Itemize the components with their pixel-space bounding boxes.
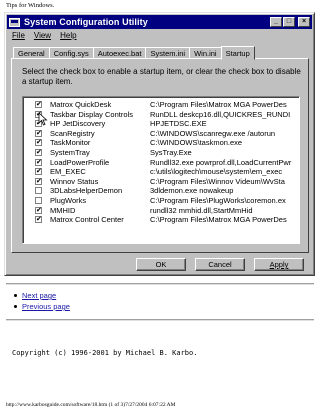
startup-item-command: rundll32 mmhid.dll,StartMmHid xyxy=(150,205,253,215)
cancel-button[interactable]: Cancel xyxy=(195,258,245,271)
startup-item-name: Taskbar Display Controls xyxy=(50,109,133,119)
nav-previous-item: Previous page xyxy=(14,301,70,312)
mouse-cursor-icon xyxy=(38,112,48,126)
divider xyxy=(6,319,314,321)
menu-file-label: File xyxy=(12,31,25,40)
startup-item-row[interactable]: ✔ EM_EXEC c:\utils\logitech\mouse\system\e… xyxy=(23,167,299,176)
startup-item-row[interactable]: ✔Taskbar Display ControlsRunDLL deskcp16… xyxy=(23,110,299,119)
menu-view[interactable]: View xyxy=(34,31,51,42)
startup-list[interactable]: ✔ Matrox QuickDesk C:\Program Files\Matrox… xyxy=(22,96,300,244)
tab-startup[interactable]: Startup xyxy=(220,46,255,60)
window-controls: _ □ × xyxy=(269,17,310,27)
menubar: File View Help xyxy=(9,31,77,42)
startup-item-name: LoadPowerProfile xyxy=(50,157,110,167)
system-configuration-dialog: System Configuration Utility _ □ × File … xyxy=(4,12,315,276)
startup-item-row[interactable]: ✔ SystemTray SysTray.Exe xyxy=(23,148,299,157)
startup-item-command: Rundll32.exe powrprof.dll,LoadCurrentPwr xyxy=(150,157,292,167)
copyright-text: Copyright (c) 1996-2001 by Michael B. Ka… xyxy=(12,349,198,357)
startup-item-checkbox[interactable]: ✔ xyxy=(35,177,42,185)
startup-item-command: 3dldemon.exe nowakeup xyxy=(150,186,234,196)
startup-item-command: RunDLL deskcp16.dll,QUICKRES_RUNDI xyxy=(150,109,291,119)
startup-item-command: C:\WINDOWS\taskmon.exe xyxy=(150,138,243,148)
startup-item-name: ScanRegistry xyxy=(50,128,95,138)
dialog-titlebar[interactable]: System Configuration Utility _ □ × xyxy=(7,15,312,29)
startup-item-command: SysTray.Exe xyxy=(150,148,192,157)
tab-strip: General Config.sys Autoexec.bat System.i… xyxy=(13,45,255,60)
startup-item-checkbox[interactable] xyxy=(35,187,42,195)
page-navigation: Next page Previous page xyxy=(14,290,70,312)
startup-item-row[interactable]: ✔ ScanRegistry C:\WINDOWS\scanregw.exe /au… xyxy=(23,129,299,138)
startup-item-checkbox[interactable]: ✔ xyxy=(35,129,42,137)
startup-item-row[interactable]: ✔ Winnov Status C:\Program Files\Winnov Vi… xyxy=(23,177,299,186)
startup-item-command: C:\Program Files\PlugWorks\coremon.ex xyxy=(150,196,286,205)
startup-item-name: HP JetDiscovery xyxy=(50,119,106,129)
startup-item-row[interactable]: ✔ LoadPowerProfile Rundll32.exe powrprof.d… xyxy=(23,158,299,167)
app-icon xyxy=(9,17,20,27)
previous-page-link[interactable]: Previous page xyxy=(22,302,70,311)
menu-help[interactable]: Help xyxy=(60,31,76,42)
minimize-button[interactable]: _ xyxy=(270,17,282,27)
startup-item-row[interactable]: PlugWorks C:\Program Files\PlugWorks\core… xyxy=(23,196,299,205)
bullet-icon xyxy=(14,305,17,308)
startup-item-name: Matrox QuickDesk xyxy=(50,100,112,109)
ok-button[interactable]: OK xyxy=(136,258,186,271)
startup-instructions: Select the check box to enable a startup… xyxy=(22,67,301,86)
apply-button[interactable]: Apply xyxy=(254,258,304,271)
startup-item-row[interactable]: 3DLabsHelperDemon 3dldemon.exe nowakeup xyxy=(23,186,299,195)
startup-item-command: C:\Program Files\Winnov Videum\WvSta xyxy=(150,176,285,186)
startup-item-name: 3DLabsHelperDemon xyxy=(50,186,123,196)
startup-item-name: MMHID xyxy=(50,205,76,215)
startup-item-checkbox[interactable]: ✔ xyxy=(35,206,42,214)
menu-view-label: View xyxy=(33,31,52,40)
menu-help-label: Help xyxy=(60,31,77,40)
startup-item-checkbox[interactable]: ✔ xyxy=(35,101,42,108)
startup-item-command: c:\utils\logitech\mouse\system\em_exec xyxy=(150,167,283,177)
menu-file[interactable]: File xyxy=(12,31,25,42)
startup-item-command: C:\Program Files\Matrox MGA PowerDes xyxy=(150,100,287,109)
startup-item-checkbox[interactable]: ✔ xyxy=(35,168,42,176)
startup-item-command: C:\Program Files\Matrox MGA PowerDes xyxy=(150,215,287,225)
page-title: Tips for Windows. xyxy=(6,2,55,9)
startup-item-command: C:\WINDOWS\scanregw.exe /autorun xyxy=(150,128,276,138)
startup-item-name: EM_EXEC xyxy=(50,167,86,177)
dialog-title: System Configuration Utility xyxy=(24,17,148,27)
bullet-icon xyxy=(14,294,17,297)
startup-item-command: HPJETDSC.EXE xyxy=(150,119,207,129)
startup-item-name: PlugWorks xyxy=(50,196,87,205)
startup-item-name: Matrox Control Center xyxy=(50,215,124,225)
startup-item-checkbox[interactable]: ✔ xyxy=(35,139,42,147)
startup-item-name: Winnov Status xyxy=(50,176,99,186)
startup-item-checkbox[interactable] xyxy=(35,197,42,204)
apply-label: Apply xyxy=(269,260,289,269)
divider xyxy=(6,283,314,285)
startup-item-checkbox[interactable]: ✔ xyxy=(35,149,42,156)
startup-panel: Select the check box to enable a startup… xyxy=(11,58,309,253)
startup-item-name: SystemTray xyxy=(50,148,90,157)
close-button[interactable]: × xyxy=(298,17,310,27)
startup-item-row[interactable]: ✔ Matrox QuickDesk C:\Program Files\Matrox… xyxy=(23,100,299,109)
startup-item-row[interactable]: ✔ TaskMonitor C:\WINDOWS\taskmon.exe xyxy=(23,138,299,147)
startup-item-name: TaskMonitor xyxy=(50,138,91,148)
nav-next-item: Next page xyxy=(14,290,70,301)
startup-item-checkbox[interactable]: ✔ xyxy=(35,158,42,166)
page-footer-url: http://www.karbosguide.com/software/18.h… xyxy=(6,402,176,408)
startup-item-row[interactable]: ✔ MMHID rundll32 mmhid.dll,StartMmHid xyxy=(23,206,299,215)
startup-item-checkbox[interactable]: ✔ xyxy=(35,216,42,224)
next-page-link[interactable]: Next page xyxy=(22,291,56,300)
startup-item-row[interactable]: ✔ HP JetDiscovery HPJETDSC.EXE xyxy=(23,119,299,128)
maximize-button[interactable]: □ xyxy=(283,17,295,27)
startup-item-row[interactable]: ✔ Matrox Control Center C:\Program Files\M… xyxy=(23,215,299,224)
